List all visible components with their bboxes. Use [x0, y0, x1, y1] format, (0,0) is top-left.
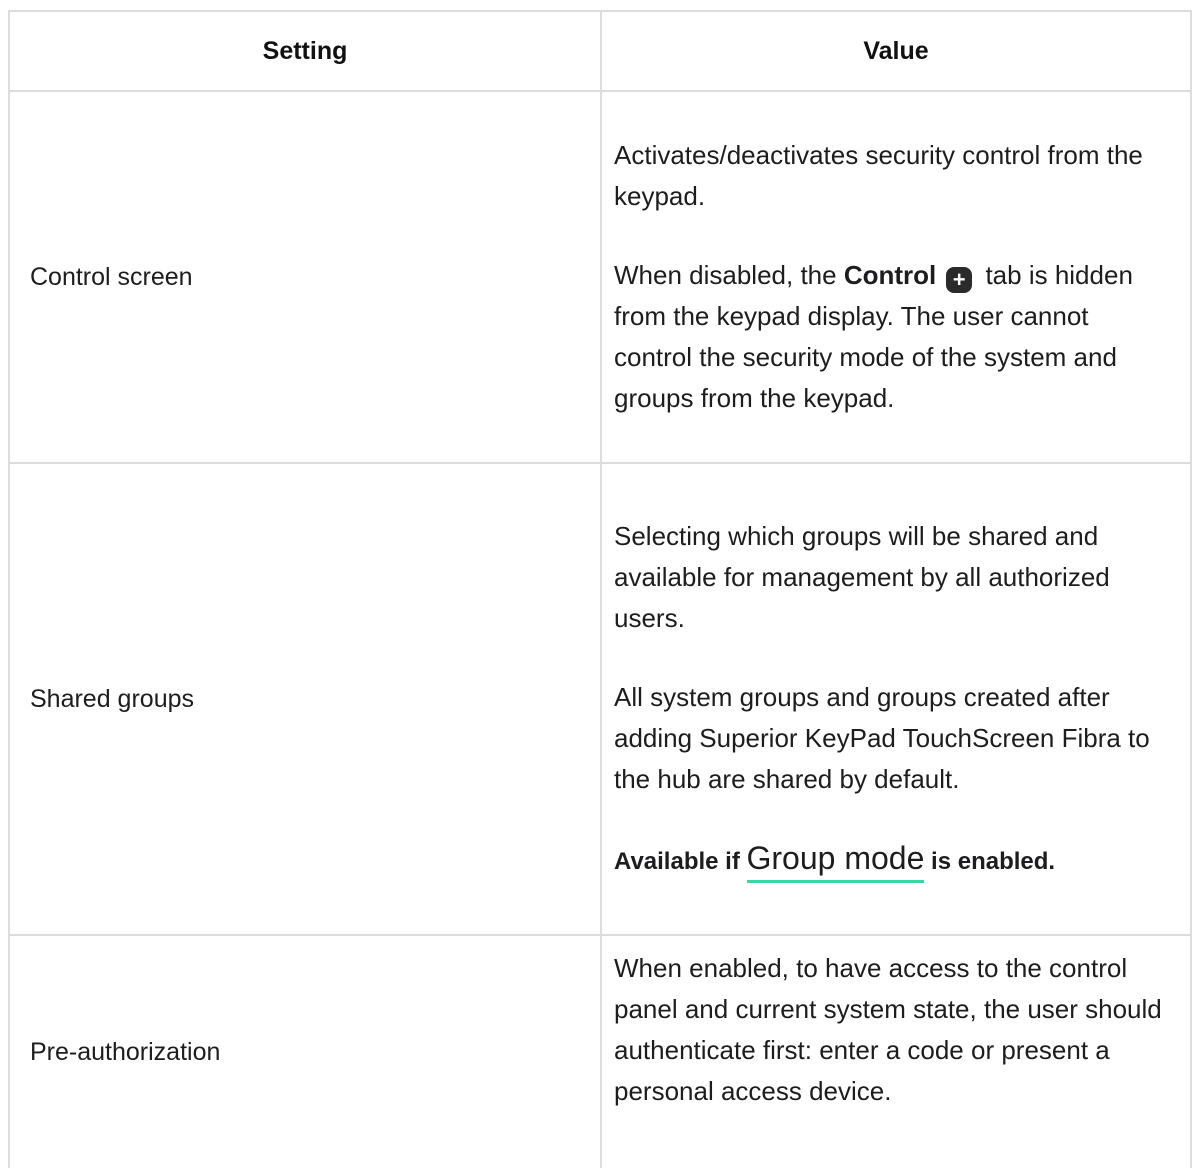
table-row: Pre-authorization When enabled, to have …: [8, 934, 1192, 1168]
value-description: Activates/deactivates security control f…: [614, 140, 1143, 211]
plus-icon: +: [946, 267, 973, 293]
value-description-detail: All system groups and groups created aft…: [614, 682, 1150, 794]
header-setting: Setting: [8, 10, 602, 92]
note-text-start: Available if: [614, 848, 747, 875]
setting-name: Control screen: [8, 90, 602, 464]
settings-table: Setting Value Control screen Activates/d…: [8, 10, 1192, 1168]
value-description: When enabled, to have access to the cont…: [614, 953, 1162, 1106]
table-row: Shared groups Selecting which groups wil…: [8, 462, 1192, 936]
detail-text-start: When disabled, the: [614, 260, 844, 290]
setting-name: Pre-authorization: [8, 934, 602, 1168]
setting-value: When enabled, to have access to the cont…: [600, 934, 1192, 1168]
setting-value: Activates/deactivates security control f…: [600, 90, 1192, 464]
group-mode-link[interactable]: Group mode: [746, 840, 925, 883]
setting-value: Selecting which groups will be shared an…: [600, 462, 1192, 936]
value-description-detail: When disabled, the Control + tab is hidde…: [614, 255, 1172, 419]
table-header-row: Setting Value: [8, 10, 1192, 92]
control-tab-name: Control: [843, 260, 937, 290]
note-text-end: is enabled.: [924, 848, 1056, 875]
availability-note: Available if Group mode is enabled.: [614, 838, 1172, 883]
header-value: Value: [600, 10, 1192, 92]
setting-name: Shared groups: [8, 462, 602, 936]
table-row: Control screen Activates/deactivates sec…: [8, 90, 1192, 464]
value-description: Selecting which groups will be shared an…: [614, 521, 1110, 633]
